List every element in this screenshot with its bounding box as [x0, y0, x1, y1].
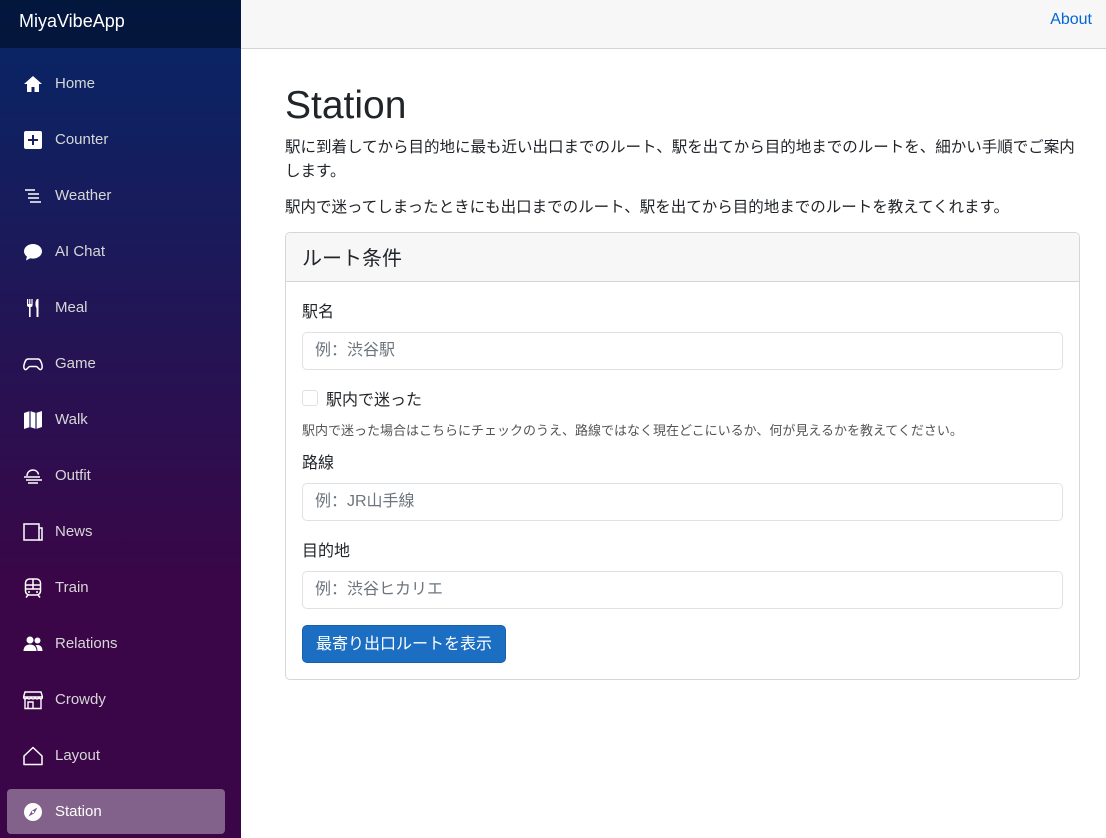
lost-checkbox-label[interactable]: 駅内で迷った	[326, 386, 422, 410]
card-header: ルート条件	[286, 233, 1079, 282]
newspaper-icon	[23, 522, 43, 542]
nav-label: Game	[55, 355, 96, 372]
destination-label: 目的地	[302, 543, 351, 560]
chat-bubble-icon	[23, 242, 43, 262]
destination-input[interactable]	[302, 571, 1063, 609]
nav-label: Crowdy	[55, 691, 106, 708]
home-icon	[23, 74, 43, 94]
app-brand[interactable]: MiyaVibeApp	[0, 0, 241, 48]
lost-help-text: 駅内で迷った場合はこちらにチェックのうえ、路線ではなく現在どこにいるか、何が見え…	[302, 423, 963, 438]
nav-label: Weather	[55, 187, 112, 204]
house-outline-icon	[23, 746, 43, 766]
lost-checkbox[interactable]	[302, 390, 318, 406]
nav-item-news[interactable]: News	[7, 509, 225, 554]
nav-label: Train	[55, 579, 89, 596]
nav-label: Home	[55, 75, 96, 92]
nav-item-train[interactable]: Train	[7, 565, 225, 610]
nav-label: Layout	[55, 747, 101, 764]
nav-label: Meal	[55, 299, 88, 316]
gamepad-icon	[23, 354, 43, 374]
plus-square-icon	[23, 130, 43, 150]
nav-item-station[interactable]: Station	[7, 789, 225, 834]
nav-item-home[interactable]: Home	[7, 61, 225, 106]
nav-item-relations[interactable]: Relations	[7, 621, 225, 666]
nav-label: Outfit	[55, 467, 91, 484]
wind-cloud-icon	[23, 466, 43, 486]
list-lines-icon	[23, 186, 43, 206]
nav-label: News	[55, 523, 93, 540]
nav-item-layout[interactable]: Layout	[7, 733, 225, 778]
nav-item-crowdy[interactable]: Crowdy	[7, 677, 225, 722]
route-conditions-card: ルート条件 駅名 駅内で迷った 駅内で迷った場合はこちらにチェックのうえ、路線で…	[285, 232, 1080, 680]
map-icon	[23, 410, 43, 430]
nav-item-game[interactable]: Game	[7, 341, 225, 386]
nav-menu: Home Counter Weather AI Chat Meal Game W…	[0, 61, 241, 838]
train-icon	[23, 577, 43, 598]
nav-item-weather[interactable]: Weather	[7, 173, 225, 218]
about-link[interactable]: About	[1050, 11, 1092, 29]
sidebar: MiyaVibeApp Home Counter Weather AI Chat	[0, 0, 241, 838]
line-label: 路線	[302, 455, 335, 472]
people-icon	[23, 634, 43, 654]
nav-item-counter[interactable]: Counter	[7, 117, 225, 162]
station-input[interactable]	[302, 332, 1063, 370]
nav-label: AI Chat	[55, 243, 106, 260]
nav-item-ai-chat[interactable]: AI Chat	[7, 229, 225, 274]
lost-checkbox-row[interactable]: 駅内で迷った	[302, 386, 1063, 410]
card-body: 駅名 駅内で迷った 駅内で迷った場合はこちらにチェックのうえ、路線ではなく現在ど…	[286, 282, 1079, 679]
page-description-lost: 駅内で迷ってしまったときにも出口までのルート、駅を出てから目的地までのルートを教…	[285, 199, 1010, 216]
nav-item-walk[interactable]: Walk	[7, 397, 225, 442]
line-input[interactable]	[302, 483, 1063, 521]
show-exit-route-button[interactable]: 最寄り出口ルートを表示	[302, 625, 507, 663]
nav-label: Relations	[55, 635, 118, 652]
shop-icon	[23, 690, 43, 710]
station-label: 駅名	[302, 304, 335, 321]
compass-icon	[23, 802, 43, 822]
main-content: Station 駅に到着してから目的地に最も近い出口までのルート、駅を出てから目…	[285, 84, 1080, 680]
nav-label: Station	[55, 803, 102, 820]
page-description: 駅に到着してから目的地に最も近い出口までのルート、駅を出てから目的地までのルート…	[285, 139, 1075, 180]
nav-item-meal[interactable]: Meal	[7, 285, 225, 330]
fork-knife-icon	[23, 298, 43, 318]
nav-label: Walk	[55, 411, 88, 428]
nav-label: Counter	[55, 131, 109, 148]
nav-item-outfit[interactable]: Outfit	[7, 453, 225, 498]
top-bar: About	[241, 0, 1106, 49]
page-title: Station	[285, 84, 407, 127]
